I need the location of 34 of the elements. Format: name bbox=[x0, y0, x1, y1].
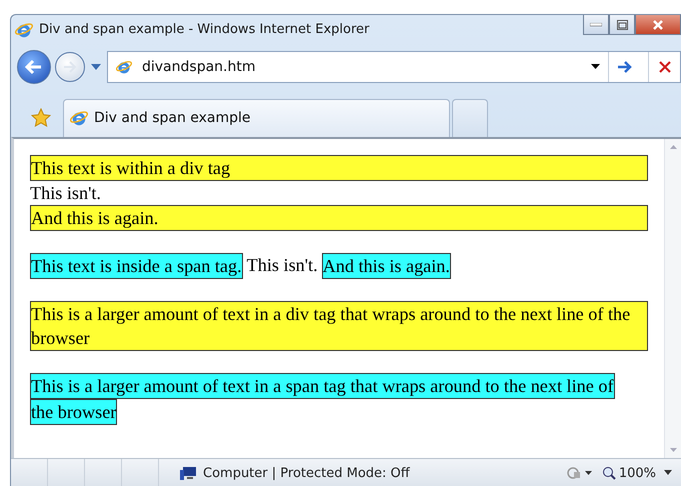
close-button[interactable] bbox=[635, 15, 681, 35]
plain-text: This isn't. bbox=[246, 254, 318, 275]
magnifier-icon bbox=[602, 466, 616, 480]
back-button[interactable] bbox=[17, 50, 51, 84]
minimize-icon bbox=[590, 22, 602, 26]
close-icon bbox=[658, 60, 672, 74]
div-text: This is a larger amount of text in a div tag that wraps around to the next line of the browser bbox=[30, 300, 648, 351]
plain-text: This isn't. bbox=[30, 182, 102, 205]
minimize-button[interactable] bbox=[583, 15, 609, 35]
caret-icon bbox=[91, 64, 101, 70]
span-text: This is a larger amount of text in a span tag that wraps around to the next line of bbox=[30, 372, 615, 399]
span-text: This text is inside a span tag. bbox=[30, 252, 243, 279]
restore-icon bbox=[616, 20, 628, 30]
address-field[interactable]: divandspan.htm bbox=[140, 58, 583, 76]
browser-tab[interactable]: Div and span example bbox=[63, 98, 450, 137]
forward-arrow-icon bbox=[63, 60, 77, 73]
window-title: Div and span example - Windows Internet Explorer bbox=[39, 22, 370, 38]
logo-icon bbox=[116, 58, 132, 75]
arrow-icon bbox=[616, 60, 632, 74]
forward-button[interactable] bbox=[55, 52, 85, 82]
logo-icon bbox=[70, 109, 88, 128]
star-icon bbox=[31, 108, 51, 128]
computer-icon bbox=[179, 465, 197, 482]
dropdown-icon[interactable] bbox=[591, 64, 600, 70]
security-zone-text: Computer | Protected Mode: Off bbox=[203, 466, 410, 481]
history-dropdown-button[interactable] bbox=[89, 64, 103, 70]
div-text: This text is within a div tag bbox=[30, 154, 648, 181]
close-icon bbox=[652, 18, 664, 30]
address-bar[interactable]: divandspan.htm bbox=[107, 50, 681, 83]
div-text: And this is again. bbox=[30, 204, 648, 231]
zoom-button[interactable]: 100% bbox=[594, 466, 681, 481]
back-arrow-icon bbox=[25, 58, 43, 75]
logo-icon bbox=[15, 20, 33, 39]
maximize-button[interactable] bbox=[609, 15, 635, 35]
